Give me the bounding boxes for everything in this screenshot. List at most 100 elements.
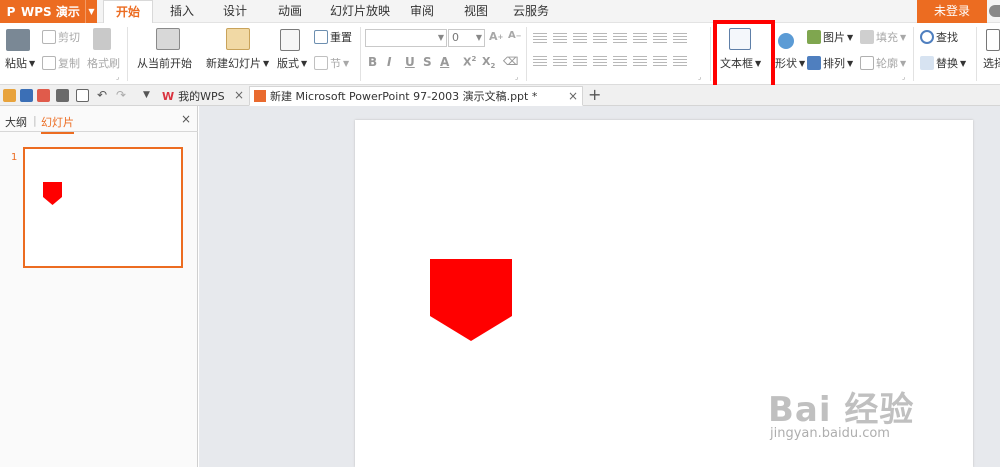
arrange-label: 排列: [823, 57, 845, 70]
shapes-icon[interactable]: [778, 33, 794, 49]
align-text-icon[interactable]: [653, 33, 667, 45]
undo-icon[interactable]: ↶: [97, 89, 110, 102]
spacing-before-icon[interactable]: [633, 56, 647, 68]
layout-label: 版式: [277, 57, 299, 70]
increase-indent-icon[interactable]: [593, 33, 607, 45]
close-icon[interactable]: ×: [181, 112, 191, 126]
skin-icon[interactable]: [989, 5, 1000, 17]
spacing-after-icon[interactable]: [653, 56, 667, 68]
italic-icon[interactable]: I: [387, 55, 391, 69]
columns-icon[interactable]: [673, 56, 687, 68]
tab-current-document[interactable]: 新建 Microsoft PowerPoint 97-2003 演示文稿.ppt…: [249, 86, 583, 106]
underline-icon[interactable]: U: [405, 55, 415, 69]
add-tab-button[interactable]: +: [588, 85, 601, 105]
scissors-icon: [42, 30, 56, 44]
arrange-button[interactable]: 排列 ▼: [807, 55, 853, 71]
copy-button[interactable]: 复制: [42, 55, 80, 71]
select-icon[interactable]: [986, 29, 1000, 51]
export-pdf-icon[interactable]: [37, 89, 50, 102]
align-left-icon[interactable]: [533, 56, 547, 68]
dialog-launcher-icon[interactable]: ⌟: [698, 73, 701, 81]
tab-insert[interactable]: 插入: [162, 0, 202, 23]
tab-review[interactable]: 审阅: [402, 0, 442, 23]
subscript-icon[interactable]: X2: [482, 55, 495, 70]
play-from-current-icon[interactable]: [156, 28, 180, 50]
divider: [127, 27, 128, 81]
bold-icon[interactable]: B: [368, 55, 377, 69]
paste-icon[interactable]: [6, 29, 30, 51]
from-current-button[interactable]: 从当前开始: [137, 55, 192, 71]
tab-my-wps[interactable]: W 我的WPS ×: [158, 86, 248, 106]
login-button[interactable]: 未登录: [917, 0, 987, 23]
align-right-icon[interactable]: [573, 56, 587, 68]
chevron-down-icon: ▼: [343, 58, 350, 68]
decrease-indent-icon[interactable]: [573, 33, 587, 45]
replace-button[interactable]: 替换 ▼: [920, 55, 966, 71]
new-slide-icon[interactable]: [226, 28, 250, 50]
close-icon[interactable]: ×: [234, 88, 244, 102]
tab-view[interactable]: 视图: [456, 0, 496, 23]
paste-button[interactable]: 粘贴 ▼: [5, 55, 35, 71]
tab-slides[interactable]: 幻灯片: [41, 114, 74, 134]
pentagon-shape[interactable]: [430, 259, 512, 341]
tab-animation[interactable]: 动画: [270, 0, 310, 23]
font-name-select[interactable]: ▼: [365, 29, 447, 47]
tab-current-document-label: 新建 Microsoft PowerPoint 97-2003 演示文稿.ppt…: [270, 90, 538, 103]
tab-my-wps-label: 我的WPS: [178, 90, 225, 103]
bullet-list-icon[interactable]: [533, 33, 547, 45]
reset-button[interactable]: 重置: [314, 29, 352, 45]
justify-icon[interactable]: [593, 56, 607, 68]
fill-button[interactable]: 填充 ▼: [860, 29, 906, 45]
align-center-icon[interactable]: [553, 56, 567, 68]
print-preview-icon[interactable]: [76, 89, 89, 102]
superscript-icon[interactable]: X2: [463, 55, 476, 69]
print-icon[interactable]: [56, 89, 69, 102]
grow-font-icon[interactable]: A +: [489, 30, 503, 43]
numbered-list-icon[interactable]: [553, 33, 567, 45]
select-button[interactable]: 选择: [983, 55, 1000, 71]
tab-outline[interactable]: 大纲: [5, 114, 27, 130]
search-icon: [920, 30, 934, 44]
tab-slideshow[interactable]: 幻灯片放映: [322, 0, 398, 23]
open-folder-icon[interactable]: [3, 89, 16, 102]
cut-button[interactable]: 剪切: [42, 29, 80, 45]
section-button[interactable]: 节 ▼: [314, 55, 349, 71]
fill-label: 填充: [876, 31, 898, 44]
shrink-font-icon[interactable]: A −: [508, 30, 522, 41]
tab-design[interactable]: 设计: [215, 0, 255, 23]
picture-button[interactable]: 图片 ▼: [807, 29, 853, 45]
slide-thumbnail[interactable]: [23, 147, 183, 268]
font-color-icon[interactable]: A: [440, 55, 449, 69]
text-fit-icon[interactable]: [673, 33, 687, 45]
line-spacing-icon[interactable]: [613, 33, 627, 45]
outline-button[interactable]: 轮廓 ▼: [860, 55, 906, 71]
dialog-launcher-icon[interactable]: ⌟: [902, 73, 905, 81]
layout-button[interactable]: 版式 ▼: [277, 55, 307, 71]
text-direction-icon[interactable]: [633, 33, 647, 45]
chevron-down-icon: ▼: [960, 58, 967, 68]
redo-icon[interactable]: ↷: [116, 89, 129, 102]
divider: [526, 27, 527, 81]
copy-icon: [42, 56, 56, 70]
dialog-launcher-icon[interactable]: ⌟: [116, 73, 119, 81]
format-painter-button[interactable]: 格式刷: [87, 55, 120, 71]
layout-icon[interactable]: [280, 29, 300, 51]
save-icon[interactable]: [20, 89, 33, 102]
font-size-select[interactable]: 0 ▼: [448, 29, 485, 47]
baidu-jingyan-watermark: Bai 经验 jingyan.baidu.com: [768, 372, 978, 462]
chevron-down-icon[interactable]: ▼: [85, 0, 97, 23]
clear-format-icon[interactable]: ⌫: [503, 55, 519, 68]
app-menu-button[interactable]: P WPS 演示 ▼: [0, 0, 97, 23]
shape-button[interactable]: 形状 ▼: [775, 55, 805, 71]
new-slide-button[interactable]: 新建幻灯片 ▼: [206, 55, 269, 71]
find-button[interactable]: 查找: [920, 29, 958, 45]
fill-icon: [860, 30, 874, 44]
dialog-launcher-icon[interactable]: ⌟: [515, 73, 518, 81]
format-painter-icon[interactable]: [93, 28, 111, 50]
shadow-icon[interactable]: S: [423, 55, 432, 69]
distribute-icon[interactable]: [613, 56, 627, 68]
customize-toolbar-icon[interactable]: ▼: [143, 89, 156, 102]
tab-home[interactable]: 开始: [103, 0, 153, 24]
close-icon[interactable]: ×: [568, 89, 578, 103]
tab-cloud[interactable]: 云服务: [509, 0, 553, 23]
